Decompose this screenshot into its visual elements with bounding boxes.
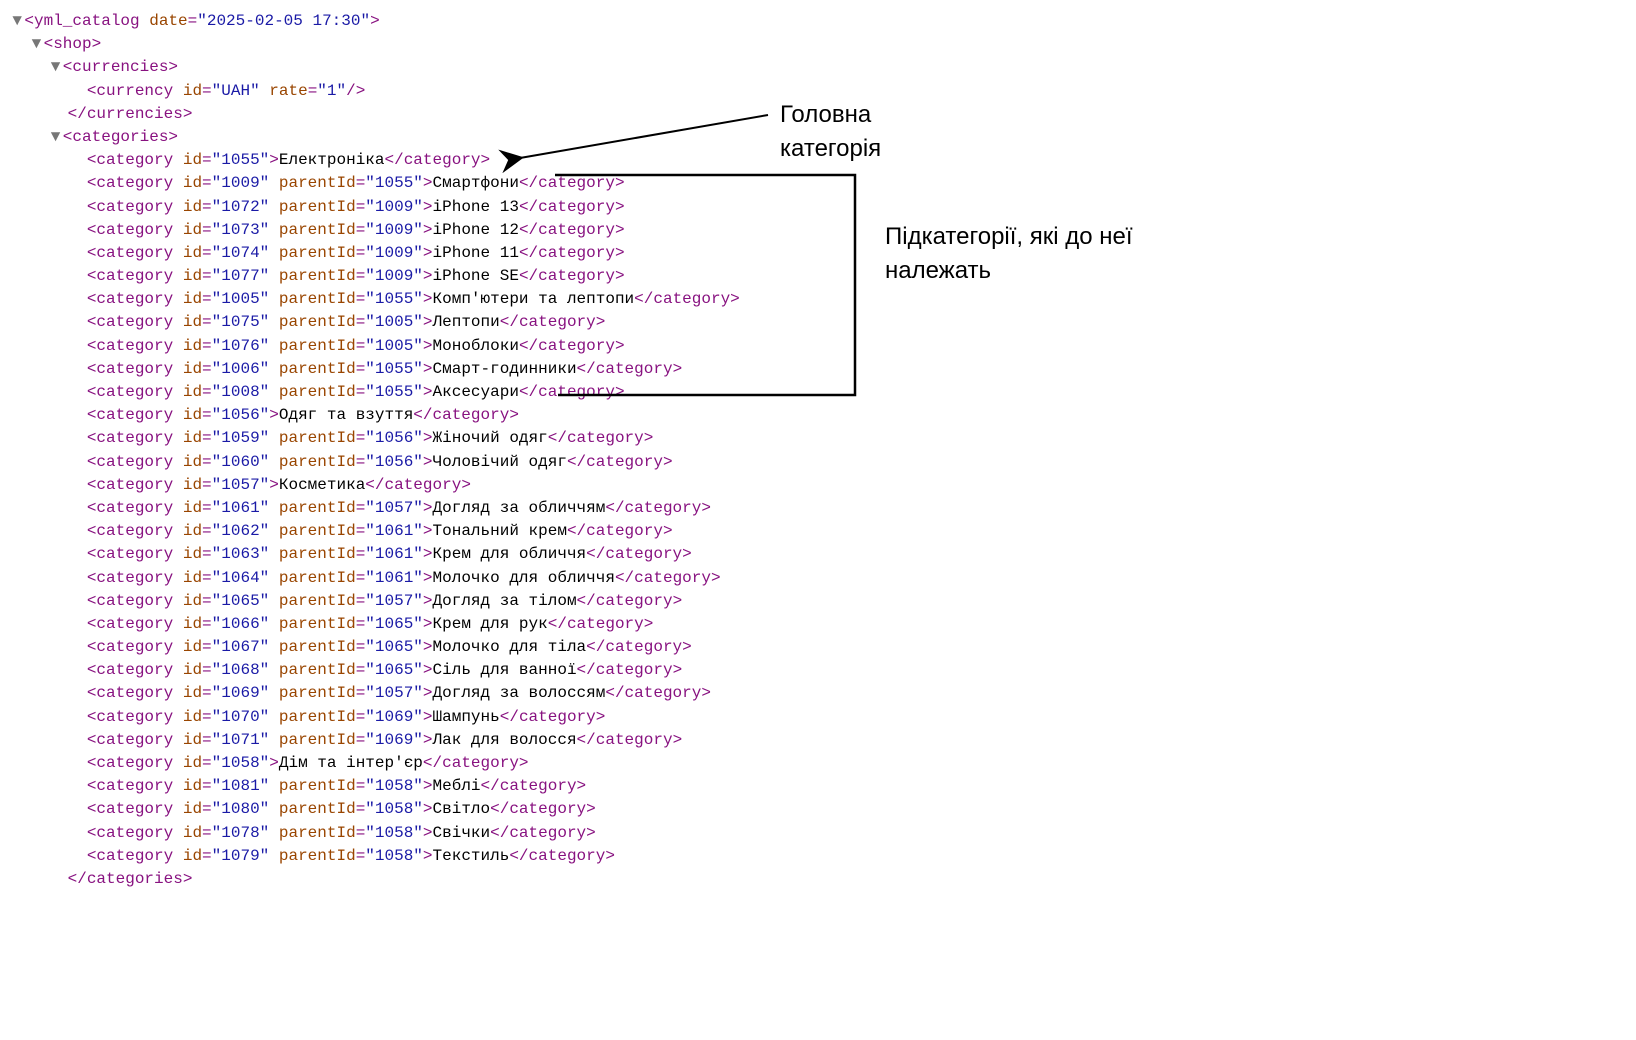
xml-line: </currencies> [10, 103, 1636, 126]
xml-line: </categories> [10, 868, 1636, 891]
xml-line: <category id="1079" parentId="1058">Текс… [10, 845, 1636, 868]
xml-line: <category id="1008" parentId="1055">Аксе… [10, 381, 1636, 404]
xml-line: <category id="1063" parentId="1061">Крем… [10, 543, 1636, 566]
xml-line: <category id="1055">Електроніка</categor… [10, 149, 1636, 172]
xml-line: <category id="1056">Одяг та взуття</cate… [10, 404, 1636, 427]
xml-line: <category id="1006" parentId="1055">Смар… [10, 358, 1636, 381]
xml-line: <category id="1065" parentId="1057">Догл… [10, 590, 1636, 613]
xml-line: <category id="1076" parentId="1005">Моно… [10, 335, 1636, 358]
collapse-caret-icon[interactable]: ▼ [29, 33, 43, 56]
xml-line: <currency id="UAH" rate="1"/> [10, 80, 1636, 103]
xml-line: <category id="1081" parentId="1058">Мебл… [10, 775, 1636, 798]
xml-line: <category id="1069" parentId="1057">Догл… [10, 682, 1636, 705]
xml-line: ▼<categories> [10, 126, 1636, 149]
xml-line: <category id="1059" parentId="1056">Жіно… [10, 427, 1636, 450]
xml-line: <category id="1074" parentId="1009">iPho… [10, 242, 1636, 265]
xml-line: <category id="1075" parentId="1005">Лепт… [10, 311, 1636, 334]
xml-line: <category id="1060" parentId="1056">Чоло… [10, 451, 1636, 474]
xml-line: <category id="1078" parentId="1058">Свіч… [10, 822, 1636, 845]
xml-code-view: ▼<yml_catalog date="2025-02-05 17:30"> ▼… [10, 10, 1636, 891]
xml-line: <category id="1009" parentId="1055">Смар… [10, 172, 1636, 195]
xml-line: <category id="1073" parentId="1009">iPho… [10, 219, 1636, 242]
xml-line: <category id="1072" parentId="1009">iPho… [10, 196, 1636, 219]
collapse-caret-icon[interactable]: ▼ [48, 126, 62, 149]
collapse-caret-icon[interactable]: ▼ [48, 56, 62, 79]
xml-line: <category id="1080" parentId="1058">Світ… [10, 798, 1636, 821]
xml-line: <category id="1064" parentId="1061">Моло… [10, 567, 1636, 590]
xml-line: <category id="1077" parentId="1009">iPho… [10, 265, 1636, 288]
xml-line: <category id="1057">Косметика</category> [10, 474, 1636, 497]
xml-line: <category id="1070" parentId="1069">Шамп… [10, 706, 1636, 729]
xml-line: <category id="1058">Дім та інтер'єр</cat… [10, 752, 1636, 775]
xml-line: ▼<currencies> [10, 56, 1636, 79]
xml-line: <category id="1061" parentId="1057">Догл… [10, 497, 1636, 520]
collapse-caret-icon[interactable]: ▼ [10, 10, 24, 33]
xml-line: <category id="1071" parentId="1069">Лак … [10, 729, 1636, 752]
xml-line: <category id="1066" parentId="1065">Крем… [10, 613, 1636, 636]
xml-line: <category id="1067" parentId="1065">Моло… [10, 636, 1636, 659]
xml-line: <category id="1068" parentId="1065">Сіль… [10, 659, 1636, 682]
xml-line: <category id="1062" parentId="1061">Тона… [10, 520, 1636, 543]
xml-line: ▼<shop> [10, 33, 1636, 56]
xml-line: <category id="1005" parentId="1055">Комп… [10, 288, 1636, 311]
xml-line: ▼<yml_catalog date="2025-02-05 17:30"> [10, 10, 1636, 33]
